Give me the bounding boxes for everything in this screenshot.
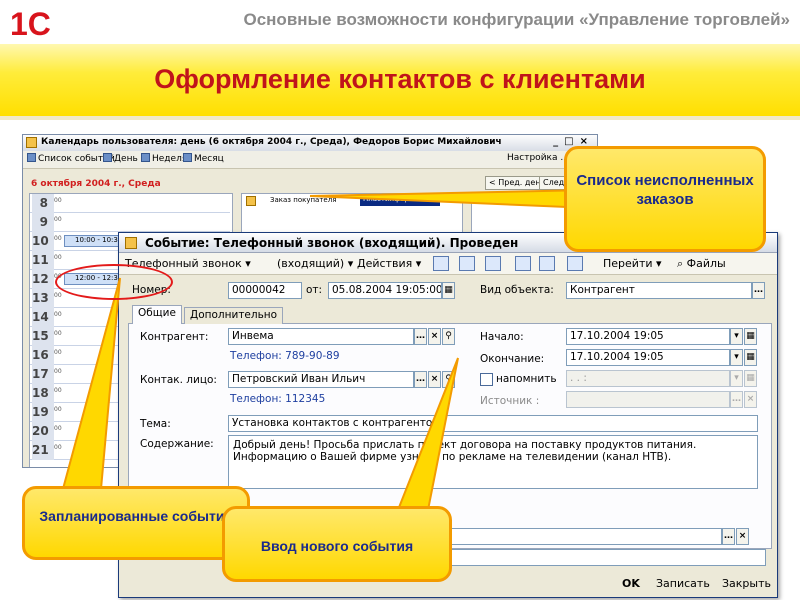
new-event-callout: Ввод нового события — [222, 506, 452, 582]
planned-events-callout: Запланированные события — [22, 486, 250, 560]
planned-event-highlight — [55, 264, 173, 300]
planned-pointer — [58, 277, 121, 501]
orders-pointer — [309, 188, 591, 210]
new-event-pointer — [396, 357, 459, 511]
orders-callout: Список неисполненных заказов — [564, 146, 766, 252]
